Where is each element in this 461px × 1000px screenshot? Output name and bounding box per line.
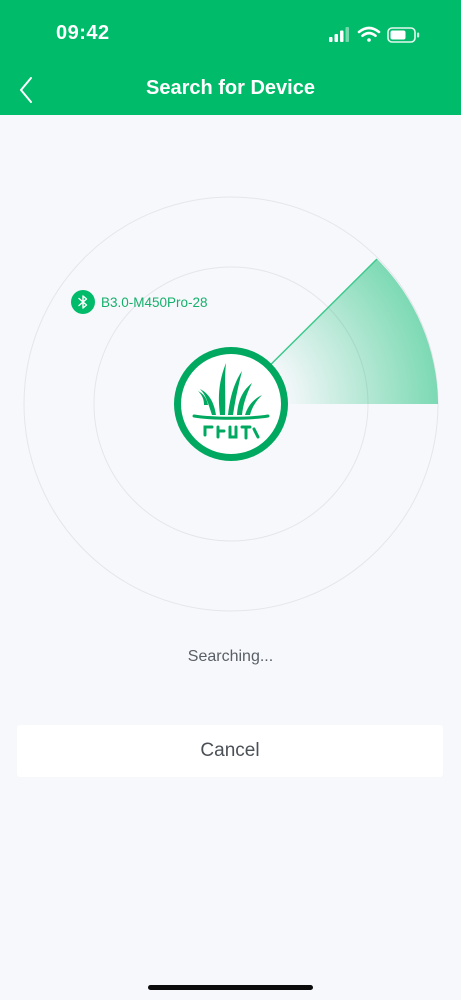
searching-status: Searching... [187, 648, 274, 665]
nav-bar: Search for Device [0, 68, 461, 115]
grass-logo-icon [174, 347, 288, 461]
found-device[interactable]: B3.0-M450Pro-28 [71, 290, 208, 314]
bluetooth-badge [71, 290, 95, 314]
bluetooth-icon [78, 295, 88, 309]
wifi-icon [357, 26, 381, 42]
status-icons [329, 25, 423, 45]
cancel-button[interactable]: Cancel [17, 725, 443, 777]
page-title: Search for Device [146, 77, 315, 99]
brand-logo [172, 345, 290, 463]
header: 09:42 Search for Device [0, 0, 461, 115]
device-name: B3.0-M450Pro-28 [101, 294, 208, 310]
status-time: 09:42 [56, 22, 110, 44]
status-bar: 09:42 [0, 0, 461, 68]
battery-icon [387, 27, 420, 43]
cellular-signal-icon [329, 27, 349, 42]
home-indicator[interactable] [148, 985, 313, 990]
